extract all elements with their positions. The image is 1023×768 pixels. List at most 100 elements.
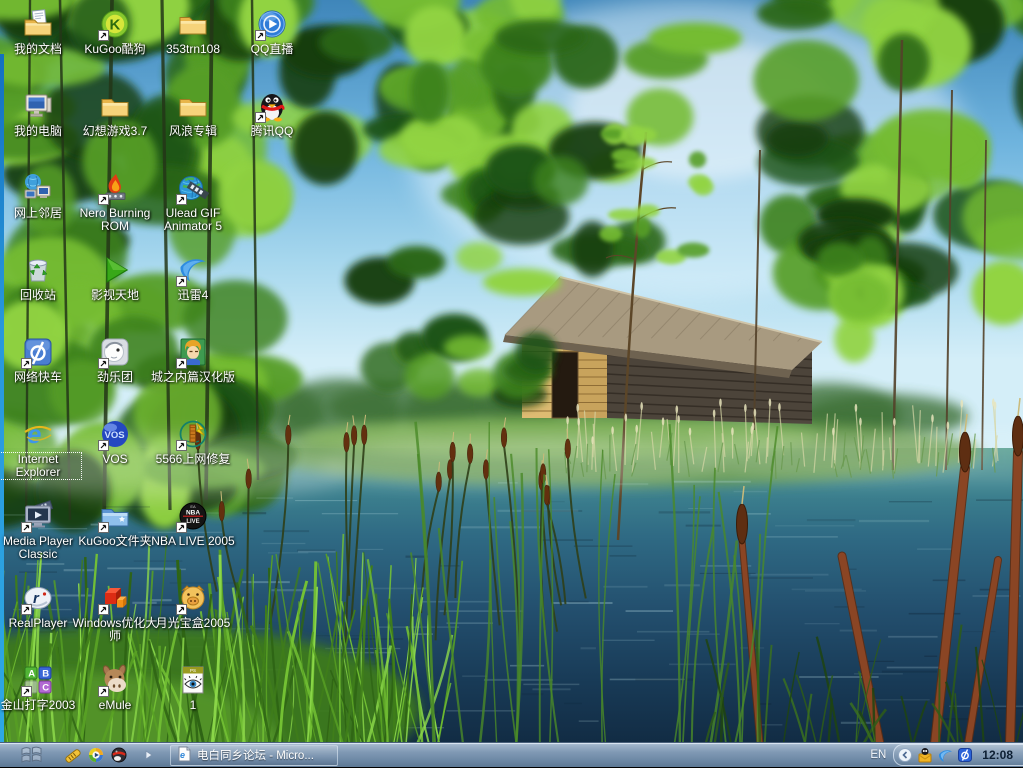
desktop-icon-label: 劲乐团 xyxy=(72,371,158,384)
my-computer-icon xyxy=(22,90,54,122)
thunder-tray-icon[interactable] xyxy=(937,747,953,763)
desktop-icon-layer: 我的文档我的电脑网上邻居回收站网络快车eInternet ExplorerMed… xyxy=(0,0,1023,742)
desktop-icon-label: 我的文档 xyxy=(0,43,81,56)
qq-penguin-icon xyxy=(256,90,288,122)
jetaudio-icon[interactable] xyxy=(64,746,82,764)
task-button-label: 电白同乡论坛 - Micro... xyxy=(197,747,314,763)
web-repair-icon xyxy=(177,418,209,450)
kugoo-icon: K xyxy=(99,8,131,40)
svg-text:EA: EA xyxy=(190,504,196,509)
svg-text:B: B xyxy=(42,669,49,680)
desktop-icon-nero-flame[interactable]: Nero Burning ROM xyxy=(77,172,153,233)
desktop-icon-vos-sphere[interactable]: VOSVOS xyxy=(77,418,153,466)
desktop-icon-media-player-classic[interactable]: Media Player Classic xyxy=(0,500,76,561)
windows-media-player-icon[interactable] xyxy=(87,746,105,764)
desktop-icon-label: 网上邻居 xyxy=(0,207,81,220)
optimizer-cubes-icon xyxy=(99,582,131,614)
desktop-icon-folder[interactable]: 353trn108 xyxy=(155,8,231,56)
desktop-icon-qq-live[interactable]: QQ直播 xyxy=(234,8,310,56)
realplayer-icon: r xyxy=(22,582,54,614)
desktop-icon-o2jam[interactable]: 劲乐团 xyxy=(77,336,153,384)
svg-text:NBA: NBA xyxy=(186,510,200,517)
quick-launch-expand-arrow[interactable] xyxy=(142,747,156,763)
network-places-icon xyxy=(22,172,54,204)
desktop-icon-label: VOS xyxy=(72,453,158,466)
desktop-icon-label: 1 xyxy=(150,699,236,712)
desktop-icon-label: Ulead GIF Animator 5 xyxy=(150,207,236,233)
desktop-icon-label: Nero Burning ROM xyxy=(72,207,158,233)
desktop-icon-kugoo[interactable]: KKuGoo酷狗 xyxy=(77,8,153,56)
desktop-icon-anime-character[interactable]: 城之内篇汉化版 xyxy=(155,336,231,384)
tray-area: EN 12:08 xyxy=(870,743,1023,768)
language-indicator[interactable]: EN xyxy=(870,749,886,761)
internet-explorer-icon: e xyxy=(22,418,54,450)
taskbar-clock[interactable]: 12:08 xyxy=(977,748,1021,762)
svg-text:e: e xyxy=(180,750,185,760)
desktop-icon-my-computer[interactable]: 我的电脑 xyxy=(0,90,76,138)
tray-chevron-icon[interactable] xyxy=(897,747,913,763)
vos-sphere-icon: VOS xyxy=(99,418,131,450)
desktop-icon-label: Internet Explorer xyxy=(0,453,81,479)
typing-blocks-icon: ABC xyxy=(22,664,54,696)
desktop-icon-optimizer-cubes[interactable]: Windows优化大师 xyxy=(77,582,153,643)
flashget-icon xyxy=(22,336,54,368)
emule-donkey-icon xyxy=(99,664,131,696)
desktop-icon-kugoo-folder[interactable]: KuGoo文件夹 xyxy=(77,500,153,548)
desktop-icon-flashget[interactable]: 网络快车 xyxy=(0,336,76,384)
desktop-icon-label: KuGoo酷狗 xyxy=(72,43,158,56)
desktop-icon-image-viewer[interactable]: PS1 xyxy=(155,664,231,712)
desktop-icon-folder[interactable]: 风浪专辑 xyxy=(155,90,231,138)
desktop-icon-ulead-globe[interactable]: Ulead GIF Animator 5 xyxy=(155,172,231,233)
music-player-icon[interactable] xyxy=(110,746,128,764)
taskbar: e 电白同乡论坛 - Micro... EN 12:08 xyxy=(0,742,1023,767)
qq-live-icon xyxy=(256,8,288,40)
desktop-icon-pig-box[interactable]: 月光宝盒2005 xyxy=(155,582,231,630)
svg-text:e: e xyxy=(27,419,41,449)
folder-icon xyxy=(177,90,209,122)
thunder-bird-icon xyxy=(177,254,209,286)
desktop-icon-label: QQ直播 xyxy=(229,43,315,56)
image-viewer-icon: PS xyxy=(177,664,209,696)
desktop-icon-my-documents[interactable]: 我的文档 xyxy=(0,8,76,56)
taskbar-task-button[interactable]: e 电白同乡论坛 - Micro... xyxy=(170,745,338,766)
desktop-icon-realplayer[interactable]: rRealPlayer xyxy=(0,582,76,630)
ie-page-icon: e xyxy=(176,746,192,765)
svg-text:K: K xyxy=(110,17,121,34)
desktop-icon-green-play[interactable]: 影视天地 xyxy=(77,254,153,302)
quick-launch-bar xyxy=(64,746,128,764)
desktop-icon-label: Media Player Classic xyxy=(0,535,81,561)
windows-flag-icon[interactable] xyxy=(16,744,50,766)
desktop-icon-folder[interactable]: 幻想游戏3.7 xyxy=(77,90,153,138)
desktop-icon-label: 迅雷4 xyxy=(150,289,236,302)
desktop-icon-label: 5566上网修复 xyxy=(150,453,236,466)
desktop-icon-label: 城之内篇汉化版 xyxy=(150,371,236,384)
desktop-icon-typing-blocks[interactable]: ABC金山打字2003 xyxy=(0,664,76,712)
desktop-icon-qq-penguin[interactable]: 腾讯QQ xyxy=(234,90,310,138)
desktop-icon-label: 我的电脑 xyxy=(0,125,81,138)
desktop-icon-label: 风浪专辑 xyxy=(150,125,236,138)
desktop-icon-label: 网络快车 xyxy=(0,371,81,384)
desktop-icon-label: KuGoo文件夹 xyxy=(72,535,158,548)
desktop-icon-emule-donkey[interactable]: eMule xyxy=(77,664,153,712)
desktop-icon-thunder-bird[interactable]: 迅雷4 xyxy=(155,254,231,302)
desktop-icon-recycle-bin[interactable]: 回收站 xyxy=(0,254,76,302)
desktop-icon-label: Windows优化大师 xyxy=(72,617,158,643)
desktop-icon-label: 幻想游戏3.7 xyxy=(72,125,158,138)
desktop-icon-label: eMule xyxy=(72,699,158,712)
folder-icon xyxy=(177,8,209,40)
qq-tray-icon[interactable] xyxy=(917,747,933,763)
desktop-icon-label: 月光宝盒2005 xyxy=(150,617,236,630)
svg-text:PS: PS xyxy=(190,668,196,673)
my-documents-icon xyxy=(22,8,54,40)
desktop-icon-nba-live[interactable]: EANBALIVENBA LIVE 2005 xyxy=(155,500,231,548)
desktop-icon-network-places[interactable]: 网上邻居 xyxy=(0,172,76,220)
recycle-bin-icon xyxy=(22,254,54,286)
nero-flame-icon xyxy=(99,172,131,204)
desktop-icon-web-repair[interactable]: 5566上网修复 xyxy=(155,418,231,466)
desktop-icon-label: 353trn108 xyxy=(150,43,236,56)
kugoo-folder-icon xyxy=(99,500,131,532)
flashget-tray-icon[interactable] xyxy=(957,747,973,763)
system-tray: 12:08 xyxy=(893,744,1023,766)
desktop-icon-label: 影视天地 xyxy=(72,289,158,302)
desktop-icon-internet-explorer[interactable]: eInternet Explorer xyxy=(0,418,76,479)
